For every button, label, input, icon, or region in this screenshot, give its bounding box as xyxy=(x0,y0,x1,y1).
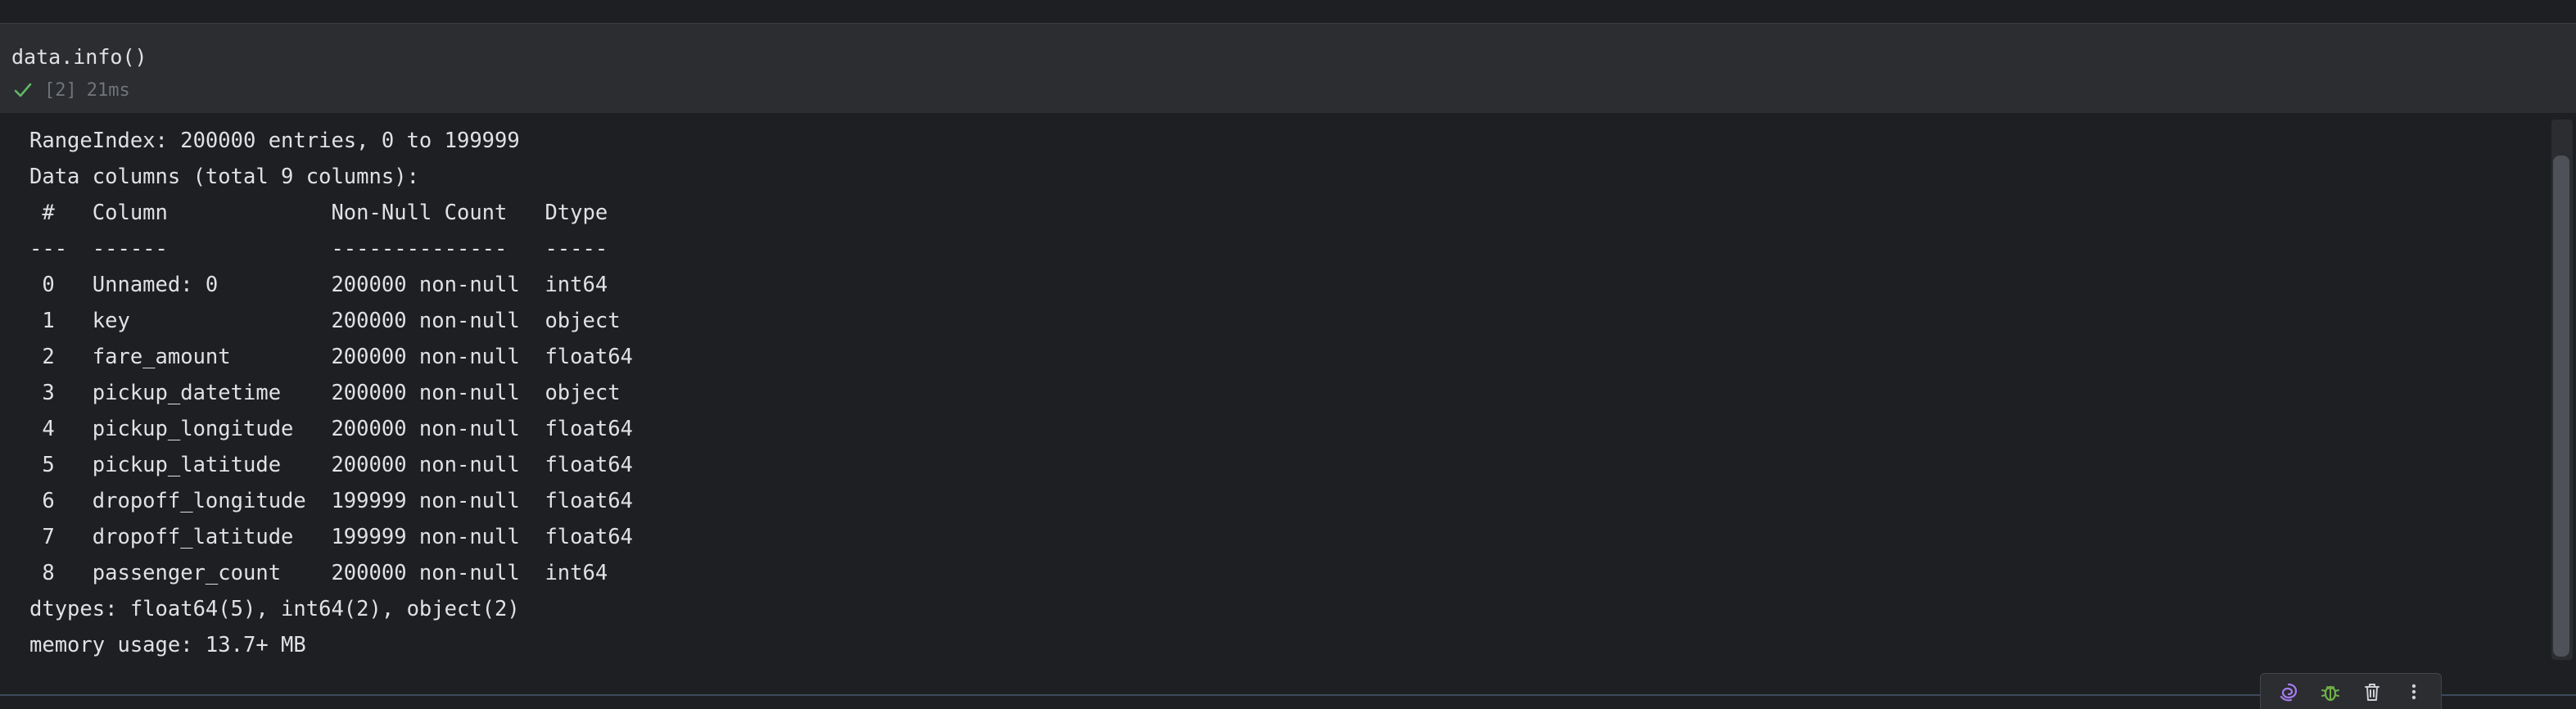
delete-cell-button[interactable] xyxy=(2356,677,2388,707)
code-cell[interactable]: data.info() [2] 21ms xyxy=(0,23,2576,113)
notebook-view: data.info() [2] 21ms RangeIndex: 200000 … xyxy=(0,0,2576,709)
output-line: 4 pickup_longitude 200000 non-null float… xyxy=(29,417,633,441)
output-line: 6 dropoff_longitude 199999 non-null floa… xyxy=(29,489,633,513)
more-options-button[interactable] xyxy=(2397,677,2430,707)
check-icon xyxy=(11,79,34,102)
output-scrollbar-thumb[interactable] xyxy=(2553,156,2569,657)
output-line: 5 pickup_latitude 200000 non-null float6… xyxy=(29,453,633,477)
output-line: memory usage: 13.7+ MB xyxy=(29,633,306,657)
output-line: 0 Unnamed: 0 200000 non-null int64 xyxy=(29,273,633,297)
ai-assistant-icon xyxy=(2276,680,2301,704)
execution-count: [2] xyxy=(44,79,77,101)
output-line: 2 fare_amount 200000 non-null float64 xyxy=(29,345,633,369)
cell-toolbar xyxy=(2260,673,2442,709)
execution-status: [2] 21ms xyxy=(11,78,130,102)
output-line: 1 key 200000 non-null object xyxy=(29,309,633,333)
code-line[interactable]: data.info() xyxy=(11,43,147,71)
output-line: 3 pickup_datetime 200000 non-null object xyxy=(29,381,633,405)
output-line: 7 dropoff_latitude 199999 non-null float… xyxy=(29,525,633,549)
output-line: RangeIndex: 200000 entries, 0 to 199999 xyxy=(29,129,520,153)
ai-assistant-button[interactable] xyxy=(2272,677,2305,707)
cell-bottom-border xyxy=(0,694,2576,709)
top-strip xyxy=(0,0,2576,23)
output-line: Data columns (total 9 columns): xyxy=(29,165,419,189)
output-line: 8 passenger_count 200000 non-null int64 xyxy=(29,561,633,585)
debug-icon xyxy=(2318,680,2343,704)
output-text: RangeIndex: 200000 entries, 0 to 199999 D… xyxy=(29,123,633,663)
output-line: dtypes: float64(5), int64(2), object(2) xyxy=(29,597,520,621)
output-line: # Column Non-Null Count Dtype xyxy=(29,201,633,225)
execution-duration: 21ms xyxy=(86,79,130,101)
more-vertical-icon xyxy=(2402,680,2426,704)
cell-output: RangeIndex: 200000 entries, 0 to 199999 D… xyxy=(0,113,2576,696)
debug-button[interactable] xyxy=(2314,677,2347,707)
trash-icon xyxy=(2360,680,2384,704)
output-line: --- ------ -------------- ----- xyxy=(29,237,633,261)
